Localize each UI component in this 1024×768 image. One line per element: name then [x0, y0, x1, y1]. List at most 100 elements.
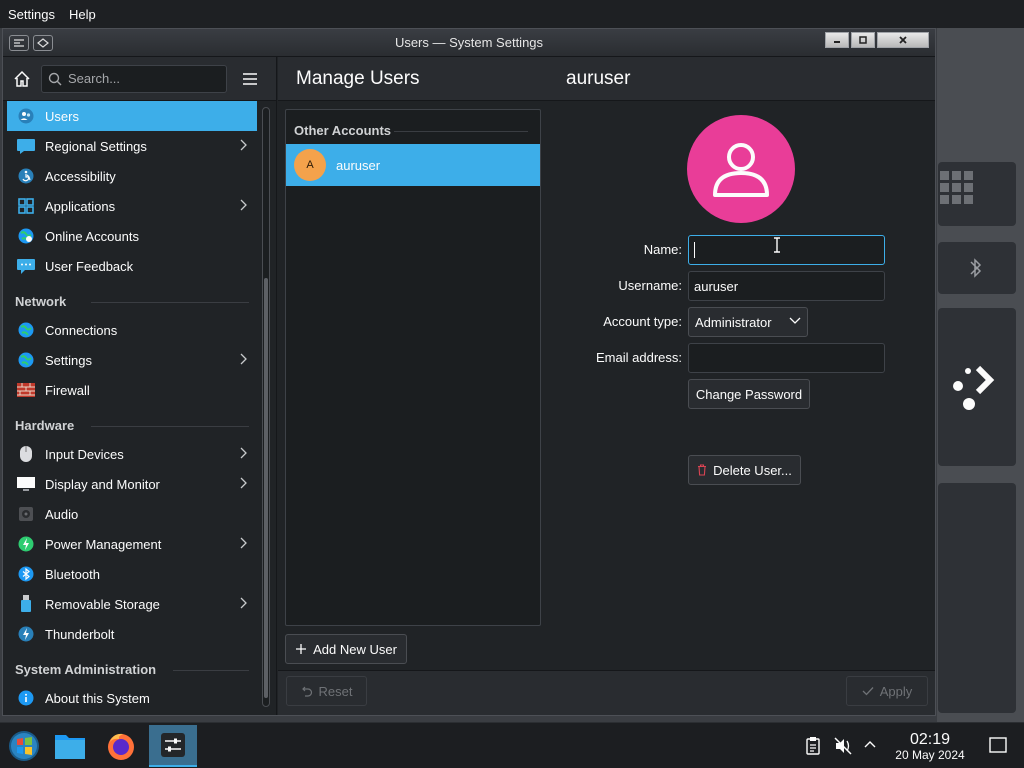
info-icon	[17, 689, 35, 707]
chevron-right-icon	[240, 477, 247, 489]
accessibility-icon	[17, 167, 35, 185]
close-button[interactable]	[877, 32, 929, 48]
sidebar-item-label: Accessibility	[45, 168, 116, 184]
settings-sliders-icon	[161, 733, 185, 757]
minimize-button[interactable]	[825, 32, 849, 48]
thunderbolt-icon	[17, 625, 35, 643]
sidebar-section-network: Network	[7, 281, 257, 315]
plus-icon	[296, 644, 307, 654]
taskbar-file-manager[interactable]	[46, 725, 94, 767]
sidebar-item-accessibility[interactable]: Accessibility	[7, 161, 257, 191]
home-button[interactable]	[11, 68, 33, 90]
taskbar-system-settings[interactable]	[149, 725, 197, 767]
accounts-list: Other Accounts A auruser	[285, 109, 541, 626]
apply-label: Apply	[879, 683, 913, 699]
chevron-right-icon	[240, 537, 247, 549]
clock[interactable]: 02:19 20 May 2024	[890, 731, 970, 762]
ibeam-cursor-icon	[774, 237, 780, 253]
hamburger-menu-button[interactable]	[239, 68, 261, 90]
power-icon	[17, 535, 35, 553]
sidebar-toolbar	[3, 57, 276, 101]
volume-muted-icon[interactable]	[834, 737, 852, 755]
sidebar-item-user-feedback[interactable]: User Feedback	[7, 251, 257, 281]
accounts-section-header: Other Accounts	[286, 110, 540, 144]
sidebar-item-firewall[interactable]: Firewall	[7, 375, 257, 405]
name-field[interactable]	[688, 235, 885, 265]
sidebar-item-removable-storage[interactable]: Removable Storage	[7, 589, 257, 619]
sidebar-item-regional-settings[interactable]: Regional Settings	[7, 131, 257, 161]
reset-label: Reset	[318, 683, 353, 699]
menu-help[interactable]: Help	[69, 7, 96, 22]
email-field[interactable]	[688, 343, 885, 373]
globe-icon	[17, 321, 35, 339]
scrollbar-thumb[interactable]	[264, 278, 268, 698]
sidebar-item-label: Bluetooth	[45, 566, 100, 582]
reset-button[interactable]: Reset	[286, 676, 367, 706]
sidebar-section-system-administration: System Administration	[7, 649, 257, 683]
change-password-button[interactable]: Change Password	[688, 379, 810, 409]
chevron-right-icon	[240, 447, 247, 459]
chevron-down-icon	[789, 317, 801, 324]
hamburger-icon	[243, 72, 257, 85]
menu-settings[interactable]: Settings	[8, 7, 55, 22]
add-new-user-button[interactable]: Add New User	[285, 634, 407, 664]
account-type-label: Account type:	[603, 314, 682, 329]
keep-above-button[interactable]	[33, 34, 53, 51]
sidebar-item-connections[interactable]: Connections	[7, 315, 257, 345]
sidebar-item-label: Input Devices	[45, 446, 124, 462]
chevron-up-icon[interactable]	[864, 740, 876, 748]
window-titlebar[interactable]: Users — System Settings	[3, 29, 935, 57]
delete-user-button[interactable]: Delete User...	[688, 455, 801, 485]
firefox-icon	[108, 733, 134, 760]
add-new-user-label: Add New User	[313, 641, 397, 657]
system-settings-window: Users — System Settings Search... Users …	[2, 28, 936, 716]
diamond-icon	[37, 37, 49, 48]
apply-button[interactable]: Apply	[846, 676, 928, 706]
clipboard-icon[interactable]	[806, 737, 820, 755]
window-title: Users — System Settings	[394, 35, 544, 50]
sidebar-item-input-devices[interactable]: Input Devices	[7, 439, 257, 469]
sidebar-item-label: Connections	[45, 322, 118, 338]
kde-connect-icon	[953, 365, 995, 410]
search-input[interactable]	[68, 71, 218, 86]
account-type-select[interactable]: Administrator	[688, 307, 808, 337]
sidebar-item-label: Power Management	[45, 536, 162, 552]
maximize-icon	[859, 36, 867, 44]
show-desktop-icon[interactable]	[989, 737, 1007, 753]
trash-icon	[698, 464, 707, 476]
sidebar-item-display-and-monitor[interactable]: Display and Monitor	[7, 469, 257, 499]
application-launcher[interactable]	[0, 725, 48, 767]
content-header: Manage Users auruser	[278, 57, 935, 101]
close-icon	[899, 36, 907, 44]
bluetooth-icon	[970, 258, 982, 278]
username-field[interactable]	[688, 271, 885, 301]
chevron-right-icon	[240, 139, 247, 151]
window-menu-button[interactable]	[9, 34, 29, 51]
monitor-icon	[17, 475, 35, 493]
taskbar-firefox[interactable]	[97, 725, 145, 767]
sidebar-item-network-settings[interactable]: Settings	[7, 345, 257, 375]
mouse-icon	[17, 445, 35, 463]
bottom-action-bar: Reset Apply	[278, 670, 935, 715]
sidebar-item-online-accounts[interactable]: Online Accounts	[7, 221, 257, 251]
sidebar-item-label: Settings	[45, 352, 92, 368]
sidebar-item-audio[interactable]: Audio	[7, 499, 257, 529]
list-item[interactable]: A auruser	[286, 144, 540, 186]
sidebar-scrollbar[interactable]	[262, 107, 270, 707]
maximize-button[interactable]	[851, 32, 875, 48]
online-accounts-icon	[17, 227, 35, 245]
sidebar-item-applications[interactable]: Applications	[7, 191, 257, 221]
sidebar-item-about-this-system[interactable]: About this System	[7, 683, 257, 713]
search-icon	[48, 72, 62, 85]
bluetooth-icon	[17, 565, 35, 583]
globe-icon	[17, 351, 35, 369]
sidebar-item-users[interactable]: Users	[7, 101, 257, 131]
sidebar-item-bluetooth[interactable]: Bluetooth	[7, 559, 257, 589]
user-avatar[interactable]	[687, 115, 795, 223]
sidebar-item-power-management[interactable]: Power Management	[7, 529, 257, 559]
sidebar-item-thunderbolt[interactable]: Thunderbolt	[7, 619, 257, 649]
text-caret	[694, 242, 695, 258]
sidebar-item-label: Firewall	[45, 382, 90, 398]
undo-icon	[301, 686, 312, 697]
window-menu-icon	[14, 38, 24, 47]
